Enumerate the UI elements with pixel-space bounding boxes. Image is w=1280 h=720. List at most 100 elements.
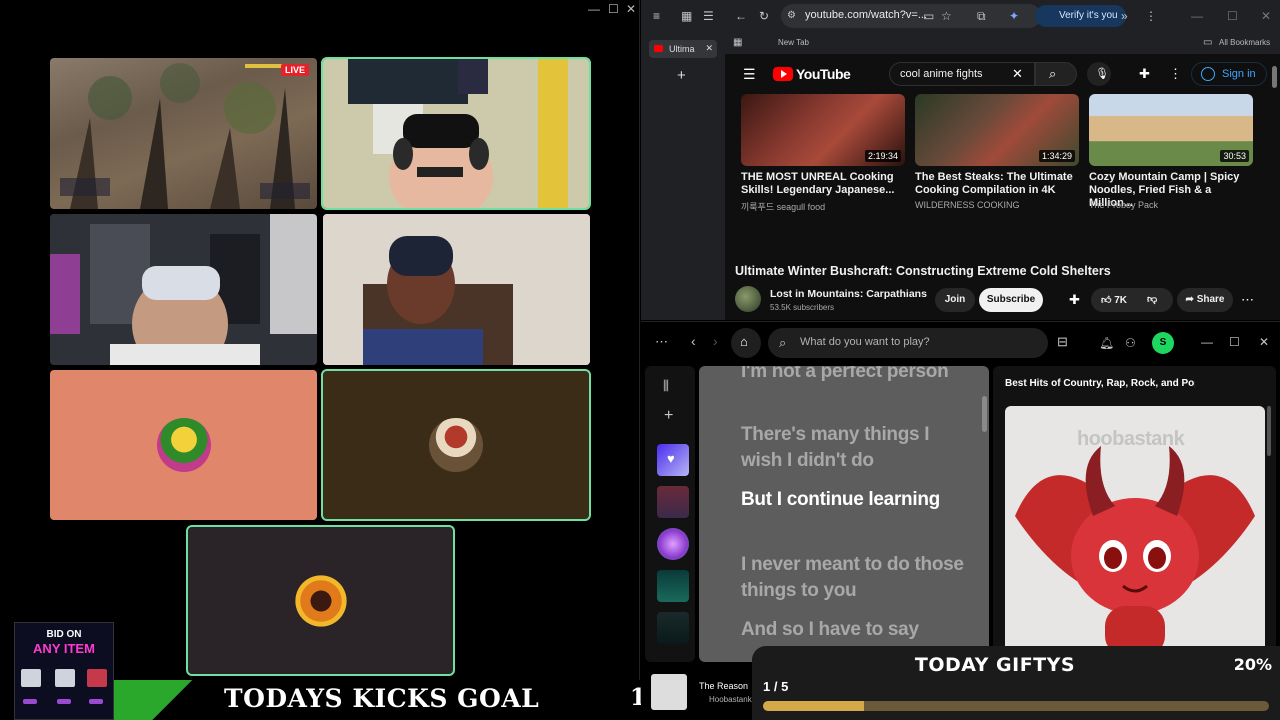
voice-search-button[interactable]: 🎙: [1087, 62, 1111, 86]
extension-puzzle-icon[interactable]: ✚: [1139, 67, 1150, 80]
address-bar[interactable]: youtube.com/watch?v=...: [781, 4, 1041, 28]
tile-woman-beanie[interactable]: [323, 214, 590, 365]
minimize-icon[interactable]: —: [588, 2, 600, 16]
video-duration: 1:34:29: [1038, 150, 1075, 162]
artist-cover[interactable]: [657, 528, 689, 560]
all-bookmarks[interactable]: All Bookmarks: [1219, 38, 1270, 47]
now-playing-title[interactable]: The Reason: [699, 681, 748, 691]
menu-icon[interactable]: ⋮: [1145, 10, 1157, 22]
youtube-search-button[interactable]: ⌕: [1035, 62, 1077, 86]
lyrics-scrollbar[interactable]: [982, 396, 987, 432]
spotify-menu-icon[interactable]: ⋯: [655, 335, 668, 348]
lyric-line[interactable]: I'm not a perfect person: [741, 366, 971, 385]
gifty-progress-track: [763, 701, 1269, 711]
playlist-cover[interactable]: [657, 486, 689, 518]
tab-close-icon[interactable]: ✕: [705, 43, 713, 54]
bee-avatar-icon: [156, 418, 211, 472]
browse-icon[interactable]: ⊟: [1057, 335, 1068, 348]
gemini-icon[interactable]: ✦: [1009, 10, 1019, 22]
back-icon[interactable]: ←: [735, 10, 747, 22]
video-duration: 2:19:34: [864, 150, 901, 162]
video-channel[interactable]: 끼룩푸드 seagull food: [741, 200, 907, 213]
highlight-icon[interactable]: ✚: [1069, 293, 1080, 306]
close-icon[interactable]: ✕: [1259, 336, 1269, 348]
share-label: Share: [1196, 294, 1225, 305]
share-button[interactable]: ➦ Share: [1177, 288, 1233, 312]
close-icon[interactable]: ✕: [1261, 10, 1271, 22]
panel-scrollbar[interactable]: [1267, 406, 1271, 456]
playlist-cover[interactable]: [657, 570, 689, 602]
lyric-line[interactable]: There's many things I wish I didn't do: [741, 422, 971, 474]
more-actions-icon[interactable]: ⋯: [1241, 293, 1254, 306]
reload-icon[interactable]: ↻: [759, 10, 769, 22]
tile-avatar-fire[interactable]: [186, 525, 455, 676]
apps-grid-icon[interactable]: ▦: [733, 37, 742, 49]
screen: — ☐ ✕ LIVE BID ON ANY ITEM TODAYS KICKS …: [0, 0, 1280, 720]
friend-activity-icon[interactable]: ⚇: [1125, 337, 1136, 349]
nav-back-icon[interactable]: ‹: [691, 334, 696, 348]
library-icon[interactable]: ⫼: [663, 379, 669, 392]
hamburger-menu-icon[interactable]: ☰: [743, 67, 756, 81]
minimize-icon[interactable]: —: [1191, 10, 1203, 22]
verify-button[interactable]: Verify it's you: [1035, 5, 1126, 27]
liked-songs-cover[interactable]: ♥: [657, 444, 689, 476]
tile-man-cap[interactable]: [50, 214, 317, 365]
bookmark-star-icon[interactable]: ☆: [941, 10, 952, 22]
join-button[interactable]: Join: [935, 288, 975, 312]
tab-search-icon[interactable]: ≡: [653, 10, 660, 22]
microphone-icon: 🎙: [1095, 68, 1109, 80]
kicks-goal-bar: TODAYS KICKS GOAL: [114, 680, 640, 720]
close-icon[interactable]: ✕: [626, 2, 636, 16]
like-button[interactable]: 👍︎ 7K 👎︎: [1091, 288, 1173, 312]
video-title[interactable]: The Best Steaks: The Ultimate Cooking Co…: [915, 171, 1081, 197]
bookmark-new-tab[interactable]: New Tab: [778, 38, 809, 47]
playlist-title[interactable]: Best Hits of Country, Rap, Rock, and Pop: [1005, 378, 1195, 389]
subscribe-button[interactable]: Subscribe: [979, 288, 1043, 312]
minimize-icon[interactable]: —: [1201, 336, 1213, 348]
video-thumbnail[interactable]: 1:34:29: [915, 94, 1079, 166]
tab-grid-icon[interactable]: ▦: [681, 10, 692, 22]
extensions-icon[interactable]: ⧉: [977, 10, 986, 22]
tile-streamer-headphones[interactable]: [321, 57, 591, 210]
channel-avatar[interactable]: [735, 286, 761, 312]
thumbs-down-icon[interactable]: 👎︎: [1147, 293, 1157, 305]
tile-avatar-gnome[interactable]: [321, 369, 591, 521]
tab-title: Ultima: [669, 44, 695, 54]
clear-search-icon[interactable]: ✕: [1012, 67, 1023, 80]
video-channel[interactable]: WILDERNESS COOKING: [915, 200, 1081, 210]
tile-avatar-bee[interactable]: [50, 370, 317, 520]
maximize-icon[interactable]: ☐: [1227, 10, 1238, 22]
notification-bell-icon[interactable]: 🔔︎: [1099, 337, 1114, 349]
user-avatar[interactable]: S: [1152, 332, 1174, 354]
video-thumbnail[interactable]: 2:19:34: [741, 94, 905, 166]
nav-forward-icon[interactable]: ›: [713, 334, 718, 348]
channel-name[interactable]: Lost in Mountains: Carpathians: [770, 288, 927, 300]
playlist-cover[interactable]: [657, 612, 689, 644]
lyric-line-current[interactable]: But I continue learning: [741, 487, 971, 513]
cast-icon[interactable]: ▭: [923, 10, 934, 22]
now-playing-artist[interactable]: Hoobastank: [709, 695, 752, 704]
site-info-icon[interactable]: ⚙: [787, 10, 796, 22]
more-tabs-icon[interactable]: »: [1121, 10, 1128, 22]
spotify-search-input[interactable]: What do you want to play?: [768, 328, 1048, 358]
youtube-logo[interactable]: YouTube: [773, 66, 851, 82]
create-playlist-icon[interactable]: +: [664, 408, 673, 424]
new-tab-plus-icon[interactable]: +: [677, 68, 686, 83]
video-thumbnail[interactable]: 30:53: [1089, 94, 1253, 166]
webcam-scene: [323, 214, 590, 365]
tab-youtube[interactable]: Ultima ✕: [649, 40, 717, 58]
youtube-page: ☰ YouTube cool anime fights ✕ ⌕ 🎙 ✚ ⋮ Si…: [725, 54, 1280, 320]
scrollbar[interactable]: [1272, 66, 1277, 88]
bid-widget[interactable]: BID ON ANY ITEM: [14, 622, 114, 720]
tile-game-stream[interactable]: LIVE: [50, 58, 317, 209]
lyric-line[interactable]: And so I have to say: [741, 617, 971, 643]
lyric-line[interactable]: I never meant to do those things to you: [741, 552, 971, 604]
vertical-tabs-icon[interactable]: ☰: [703, 10, 714, 22]
home-button[interactable]: ⌂: [731, 328, 761, 358]
maximize-icon[interactable]: ☐: [608, 2, 619, 16]
maximize-icon[interactable]: ☐: [1229, 336, 1240, 348]
now-playing-cover[interactable]: [651, 674, 687, 710]
settings-more-icon[interactable]: ⋮: [1169, 67, 1182, 80]
video-channel[interactable]: The Proboy Pack: [1089, 200, 1255, 210]
video-title[interactable]: THE MOST UNREAL Cooking Skills! Legendar…: [741, 171, 907, 197]
